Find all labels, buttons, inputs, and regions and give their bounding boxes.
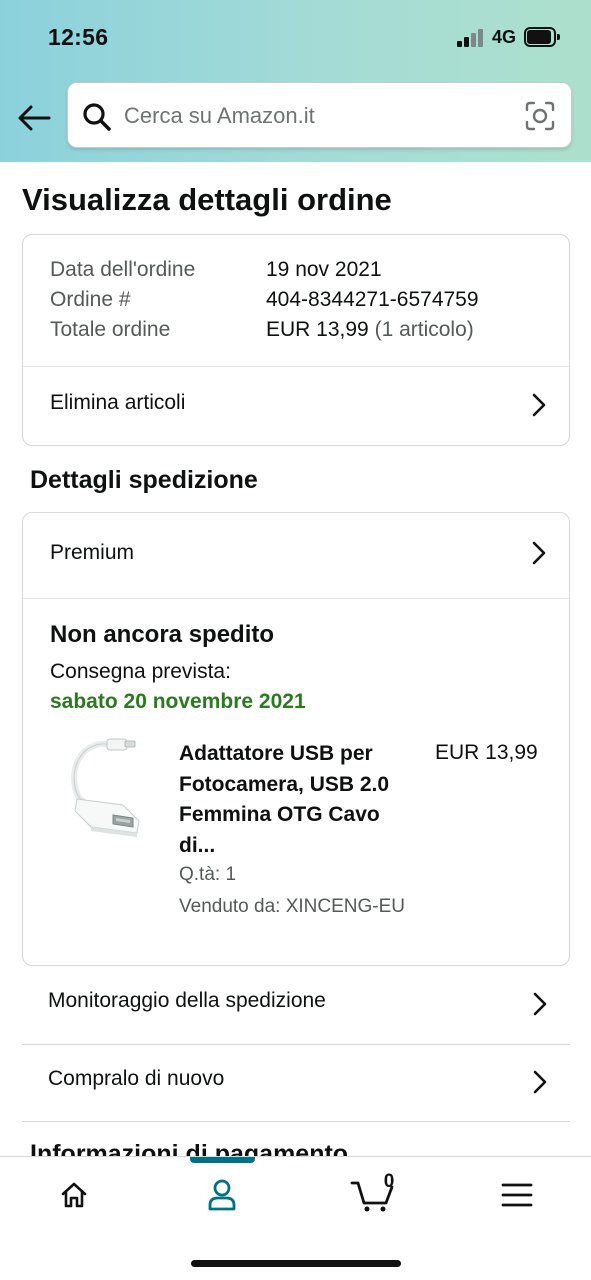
tab-cart[interactable]: 0 xyxy=(332,1171,412,1219)
order-item-count: (1 articolo) xyxy=(374,318,474,341)
active-tab-indicator xyxy=(190,1157,255,1163)
chevron-right-icon xyxy=(533,1070,547,1094)
network-type: 4G xyxy=(492,27,517,47)
chevron-right-icon xyxy=(532,393,546,417)
chevron-right-icon xyxy=(532,541,546,565)
product-price: EUR 13,99 xyxy=(435,741,538,764)
shipping-type-label: Premium xyxy=(50,541,135,564)
divider xyxy=(22,1121,570,1122)
divider xyxy=(23,598,569,599)
arrow-left-icon xyxy=(18,105,51,131)
order-date-label: Data dell'ordine xyxy=(50,258,196,281)
delete-items-label: Elimina articoli xyxy=(50,391,186,414)
page-title: Visualizza dettagli ordine xyxy=(22,182,392,217)
track-shipment-label: Monitoraggio della spedizione xyxy=(48,989,326,1012)
search-icon xyxy=(83,103,111,131)
status-time: 12:56 xyxy=(48,24,109,50)
shipment-status: Non ancora spedito xyxy=(50,621,275,648)
shipping-section-title: Dettagli spedizione xyxy=(30,466,258,494)
tab-account[interactable] xyxy=(182,1171,262,1219)
order-total: EUR 13,99 (1 articolo) xyxy=(266,318,474,342)
track-shipment-link[interactable]: Monitoraggio della spedizione xyxy=(22,966,570,1044)
product-quantity: Q.tà: 1 xyxy=(179,864,237,885)
order-summary-card: Data dell'ordine 19 nov 2021 Ordine # 40… xyxy=(22,234,570,446)
cart-count: 0 xyxy=(383,1171,395,1192)
search-bar[interactable] xyxy=(67,82,572,148)
signal-strength-icon xyxy=(457,29,485,47)
delete-items-link[interactable]: Elimina articoli xyxy=(23,367,569,445)
app-header: 12:56 4G xyxy=(0,0,591,162)
back-button[interactable] xyxy=(14,98,54,138)
tab-home[interactable] xyxy=(34,1171,114,1219)
battery-icon xyxy=(524,27,560,47)
camera-search-icon[interactable] xyxy=(524,100,556,132)
cart-button: 0 xyxy=(350,1171,394,1213)
order-date-value: 19 nov 2021 xyxy=(266,258,382,281)
order-total-value: EUR 13,99 xyxy=(266,318,369,341)
shipment-card: Premium Non ancora spedito Consegna prev… xyxy=(22,512,570,966)
tab-menu[interactable] xyxy=(477,1171,557,1219)
home-indicator xyxy=(191,1260,401,1267)
shipping-type-link[interactable]: Premium xyxy=(23,513,569,598)
home-icon xyxy=(61,1182,87,1208)
account-icon xyxy=(208,1179,236,1211)
order-total-label: Totale ordine xyxy=(50,318,171,341)
product-image[interactable] xyxy=(49,735,145,845)
product-seller: Venduto da: XINCENG-EU xyxy=(179,896,405,917)
product-title-link[interactable]: Adattatore USB per Fotocamera, USB 2.0 F… xyxy=(179,739,419,861)
delivery-label: Consegna prevista: xyxy=(50,660,231,683)
order-number-value: 404-8344271-6574759 xyxy=(266,288,479,311)
buy-again-link[interactable]: Compralo di nuovo xyxy=(22,1044,570,1122)
menu-icon xyxy=(501,1183,533,1207)
delivery-date: sabato 20 novembre 2021 xyxy=(50,690,306,713)
buy-again-label: Compralo di nuovo xyxy=(48,1067,225,1090)
chevron-right-icon xyxy=(533,992,547,1016)
order-number-label: Ordine # xyxy=(50,288,131,311)
search-input[interactable] xyxy=(124,97,504,135)
